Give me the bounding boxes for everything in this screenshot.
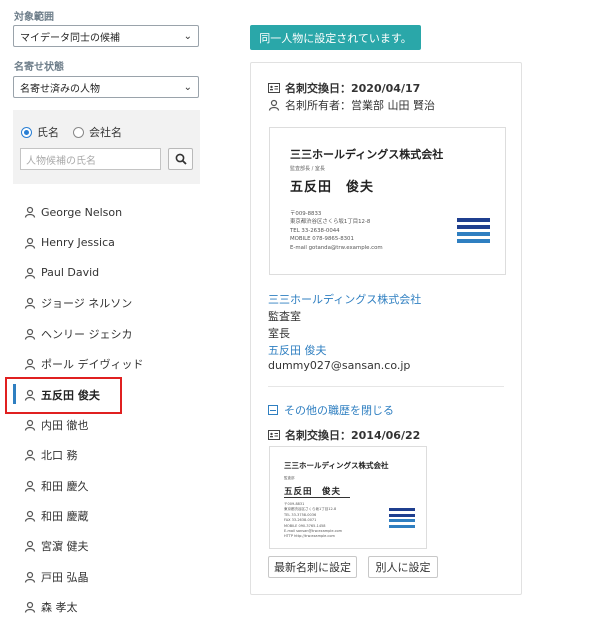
person-name: ポール デイヴィッド [41,358,144,372]
person-icon [24,571,36,583]
merge-status-select[interactable]: 名寄せ済みの人物 ⌄ [13,76,199,98]
filter-panel: 対象範囲 マイデータ同士の候補 ⌄ 名寄せ状態 名寄せ済みの人物 ⌄ 氏名 会社… [0,0,210,626]
list-item[interactable]: 森 孝太 [12,592,202,622]
person-icon [24,207,36,218]
list-item[interactable]: ヘンリー ジェシカ [12,319,202,349]
owner-label: 名刺所有者：営業部 山田 賢治 [285,99,435,112]
list-item[interactable]: Henry Jessica [12,227,202,257]
person-name: 森 孝太 [41,601,78,615]
person-name: George Nelson [41,205,123,219]
person-icon [24,419,36,431]
radio-company[interactable]: 会社名 [73,124,122,140]
department-text: 監査室 [268,310,301,323]
card-role: 監査部 [284,476,295,480]
radio-company-label: 会社名 [89,126,122,139]
radio-name-label: 氏名 [37,126,59,139]
person-icon [24,237,36,249]
history-exchange-date-row: 名刺交換日：2014/06/22 [268,427,420,443]
list-item[interactable]: 内田 徹也 [12,410,202,440]
radio-company-button[interactable] [73,126,84,138]
list-item[interactable]: ポール デイヴィッド [12,349,202,379]
person-name: 戸田 弘晶 [41,570,89,584]
business-card-image[interactable]: 三三ホールディングス株式会社 監査部長 / 室長 五反田 俊夫 〒009-883… [269,127,506,275]
card-company: 三三ホールディングス株式会社 [290,148,444,161]
owner-row: 名刺所有者：営業部 山田 賢治 [268,97,435,113]
business-card-icon [268,83,280,93]
person-name: ヘンリー ジェシカ [41,327,133,341]
card-name: 五反田 俊夫 [284,487,342,497]
person-icon [24,359,36,370]
company-link[interactable]: 三三ホールディングス株式会社 [268,291,421,307]
person-icon [24,450,36,461]
card-name: 五反田 俊夫 [290,180,375,195]
person-name: 和田 慶蔵 [41,510,89,524]
person-name: 和田 慶久 [41,479,89,493]
list-item[interactable]: Paul David [12,258,202,288]
collapse-history-label: その他の職歴を閉じる [284,404,394,417]
merge-status-label: 名寄せ状態 [14,62,64,73]
radio-name[interactable]: 氏名 [21,124,59,140]
list-item[interactable]: ジョージ ネルソン [12,288,202,318]
person-icon [24,510,36,522]
search-icon [175,153,187,165]
card-company: 三三ホールディングス株式会社 [284,461,389,470]
history-business-card-image[interactable]: 三三ホールディングス株式会社 監査部 五反田 俊夫 〒009-8831 東京都渋… [269,446,427,549]
person-name-input[interactable]: 人物候補の氏名 [20,148,161,170]
selected-highlight-box [5,377,122,414]
person-name-link[interactable]: 五反田 俊夫 [268,342,327,358]
card-address: 〒009-8833 東京都渋谷区さくら坂1丁目12-8 TEL 33-2638-… [290,211,383,251]
list-item[interactable]: 和田 慶久 [12,471,202,501]
person-icon [24,267,36,279]
list-item[interactable]: George Nelson [12,197,202,227]
person-icon [24,541,36,553]
list-item[interactable]: 宮濵 健夫 [12,531,202,561]
person-icon [24,480,36,492]
list-item[interactable]: 和田 慶蔵 [12,501,202,531]
card-address: 〒009-8831 東京都渋谷区さくら坂1丁目12-8 TEL 33-3758-… [284,502,343,539]
company-logo [389,508,415,530]
business-card-icon [268,430,280,440]
list-item[interactable]: 戸田 弘晶 [12,562,202,592]
card-detail-panel: 名刺交換日：2020/04/17 名刺所有者：営業部 山田 賢治 三三ホールディ… [250,62,522,595]
exchange-date-label: 名刺交換日：2020/04/17 [285,82,421,95]
minus-icon [268,405,278,415]
collapse-history-toggle[interactable]: その他の職歴を閉じる [268,402,394,418]
list-item[interactable]: 北口 務 [12,440,202,470]
email-text: dummy027@sansan.co.jp [268,359,411,372]
person-icon [268,99,280,111]
card-name-underline [284,497,350,498]
person-icon [24,328,36,340]
scope-select-value: マイデータ同士の候補 [20,32,120,44]
set-different-person-button[interactable]: 別人に設定 [368,556,438,578]
person-name: Henry Jessica [41,236,115,250]
exchange-date-row: 名刺交換日：2020/04/17 [268,80,420,96]
person-name: 北口 務 [41,449,78,463]
divider [268,386,504,387]
person-icon [24,602,36,613]
scope-label: 対象範囲 [14,12,54,23]
job-title-text: 室長 [268,327,290,340]
person-icon [24,298,36,310]
search-button[interactable] [168,148,193,170]
merge-status-select-value: 名寄せ済みの人物 [20,83,100,95]
person-name: Paul David [41,266,100,280]
set-latest-card-button[interactable]: 最新名刺に設定 [268,556,357,578]
card-role: 監査部長 / 室長 [290,166,325,172]
search-type-radios: 氏名 会社名 [21,124,136,140]
person-name: 宮濵 健夫 [41,540,89,554]
chevron-down-icon: ⌄ [183,30,192,42]
history-exchange-date-label: 名刺交換日：2014/06/22 [285,429,421,442]
person-name: ジョージ ネルソン [41,297,133,311]
person-name: 内田 徹也 [41,418,89,432]
chevron-down-icon: ⌄ [183,81,192,93]
person-search-box: 氏名 会社名 人物候補の氏名 [13,110,200,184]
scope-select[interactable]: マイデータ同士の候補 ⌄ [13,25,199,47]
same-person-banner: 同一人物に設定されています。 [250,25,421,50]
company-logo [457,218,490,246]
radio-name-button[interactable] [21,126,32,138]
